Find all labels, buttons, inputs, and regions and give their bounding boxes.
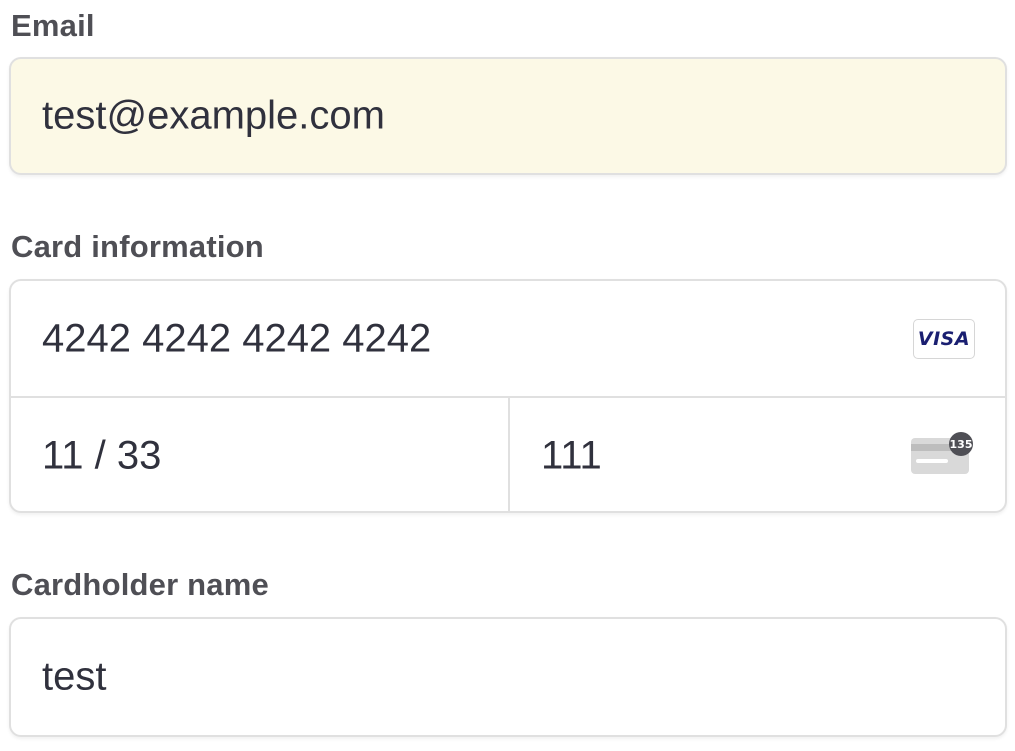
card-cvc-value: 111 [541,433,602,477]
visa-brand-icon: VISA [913,319,975,359]
card-expiry-field[interactable]: 11 / 33 [11,398,510,511]
card-information-group: 4242 4242 4242 4242 VISA 11 / 33 111 135 [9,279,1007,513]
cardholder-name-label: Cardholder name [11,567,269,602]
payment-form: Email test@example.com Card information … [0,0,1015,751]
cvc-card-icon: 135 [911,432,973,474]
cardholder-name-field[interactable]: test [9,617,1007,737]
card-expiry-value: 11 / 33 [42,433,162,477]
email-field[interactable]: test@example.com [9,57,1007,175]
card-number-value: 4242 4242 4242 4242 [42,316,432,360]
cardholder-name-value: test [42,654,107,699]
email-value: test@example.com [42,93,385,138]
email-label: Email [11,8,95,43]
card-information-label: Card information [11,229,264,264]
cvc-hint-text: 135 [950,438,973,451]
card-number-field[interactable]: 4242 4242 4242 4242 VISA [11,281,1005,398]
card-cvc-field[interactable]: 111 135 [510,398,1005,511]
